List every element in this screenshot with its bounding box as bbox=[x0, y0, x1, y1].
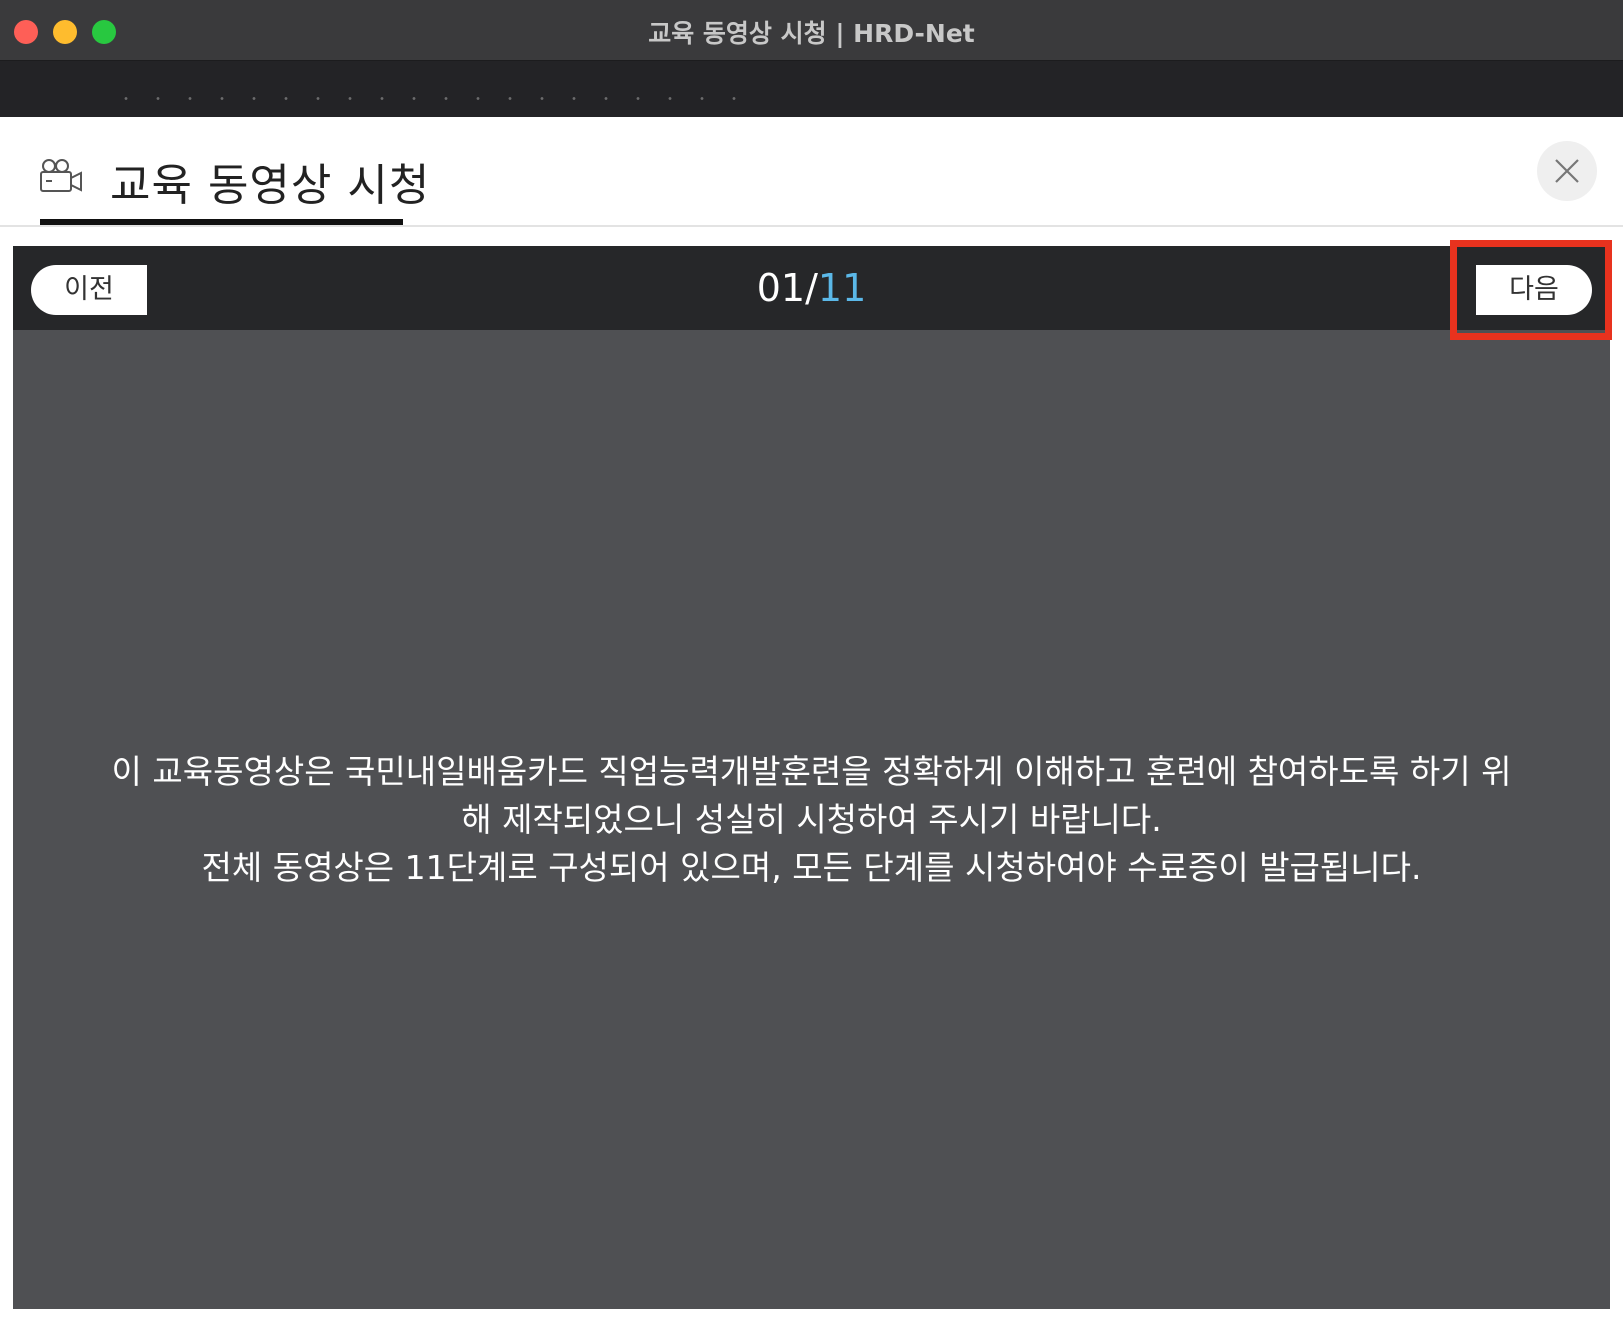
page-counter: 01/11 bbox=[13, 266, 1610, 310]
window-titlebar: 교육 동영상 시청 | HRD-Net bbox=[0, 0, 1623, 61]
intro-line-3: 전체 동영상은 11단계로 구성되어 있으며, 모든 단계를 시청하여야 수료증… bbox=[201, 848, 1422, 887]
toolbar-faded-content bbox=[110, 97, 750, 100]
intro-line-1: 이 교육동영상은 국민내일배움카드 직업능력개발훈련을 정확하게 이해하고 훈련… bbox=[111, 752, 1512, 791]
page-separator: / bbox=[805, 266, 818, 310]
close-icon bbox=[1555, 159, 1579, 183]
browser-toolbar bbox=[0, 61, 1623, 117]
total-pages: 11 bbox=[817, 266, 867, 310]
intro-text: 이 교육동영상은 국민내일배움카드 직업능력개발훈련을 정확하게 이해하고 훈련… bbox=[83, 748, 1540, 892]
video-content-area[interactable]: 이 교육동영상은 국민내일배움카드 직업능력개발훈련을 정확하게 이해하고 훈련… bbox=[13, 330, 1610, 1309]
page-title: 교육 동영상 시청 bbox=[110, 160, 431, 211]
intro-line-2: 해 제작되었으니 성실히 시청하여 주시기 바랍니다. bbox=[461, 800, 1162, 839]
player-nav-bar: 이전 01/11 다음 bbox=[13, 240, 1612, 340]
title-underline bbox=[40, 219, 403, 225]
next-button[interactable]: 다음 bbox=[1476, 265, 1592, 315]
video-player: 이전 01/11 다음 이 교육동영상은 국민내일배움카드 직업능력개발훈련을 … bbox=[13, 240, 1612, 1309]
current-page: 01 bbox=[756, 266, 806, 310]
video-camera-icon bbox=[40, 159, 82, 192]
window-title: 교육 동영상 시청 | HRD-Net bbox=[648, 19, 975, 48]
close-button[interactable] bbox=[1537, 141, 1597, 201]
modal-header: 교육 동영상 시청 bbox=[0, 117, 1623, 227]
